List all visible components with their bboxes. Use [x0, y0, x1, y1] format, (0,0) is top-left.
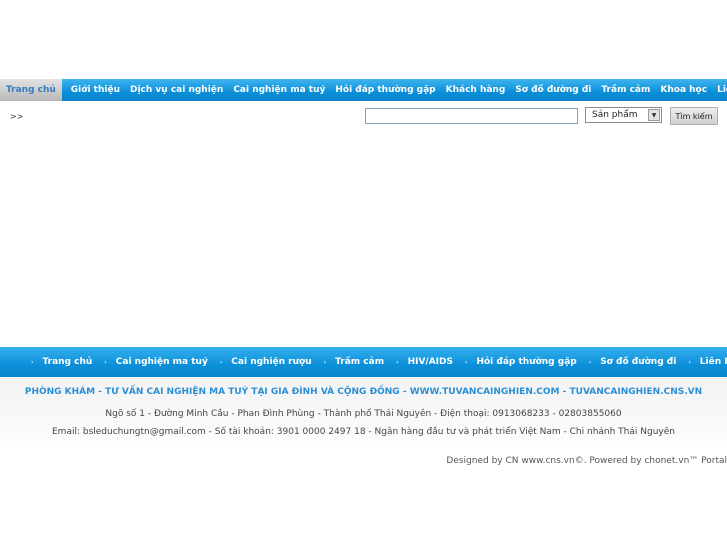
- nav-item-customers[interactable]: Khách hàng: [441, 79, 511, 101]
- footer-nav-label: HIV/AIDS: [407, 357, 453, 367]
- chevron-down-icon[interactable]: ▼: [648, 109, 660, 121]
- footer-nav-item-home[interactable]: › Trang chủ: [31, 357, 92, 367]
- nav-item-about[interactable]: Giới thiệu: [66, 79, 125, 101]
- footer-nav-label: Hỏi đáp thường gặp: [476, 357, 577, 367]
- footer-nav-label: Trang chủ: [42, 357, 93, 367]
- nav-item-contact[interactable]: Liên hệ: [712, 79, 727, 101]
- nav-item-drug-rehab[interactable]: Cai nghiện ma tuý: [228, 79, 330, 101]
- footer-address: Ngõ số 1 - Đường Minh Cầu - Phan Đình Ph…: [105, 409, 622, 419]
- footer-nav-label: Cai nghiện ma tuý: [115, 357, 208, 367]
- breadcrumb: >>: [10, 112, 24, 121]
- footer-title: PHÒNG KHÁM - TƯ VẤN CAI NGHIỆN MA TUÝ TẠ…: [24, 387, 703, 397]
- footer-email: Email: bsleduchungtn@gmail.com - Số tài …: [52, 427, 675, 437]
- search-input[interactable]: [365, 108, 578, 124]
- arrow-right-icon: ›: [104, 358, 107, 366]
- page: Trang chủ Giới thiệu Dịch vụ cai nghiện …: [0, 0, 727, 545]
- category-select-value: Sản phẩm: [592, 110, 638, 120]
- category-select[interactable]: Sản phẩm ▼: [585, 107, 662, 123]
- nav-item-rehab-services[interactable]: Dịch vụ cai nghiện: [125, 79, 228, 101]
- nav-item-faq[interactable]: Hỏi đáp thường gặp: [330, 79, 440, 101]
- nav-item-home[interactable]: Trang chủ: [0, 79, 62, 101]
- footer-nav-item-directions[interactable]: › Sơ đồ đường đi: [589, 357, 677, 367]
- arrow-right-icon: ›: [588, 358, 592, 366]
- footer-nav-item-alcohol-rehab[interactable]: › Cai nghiện rượu: [220, 357, 312, 367]
- search-button[interactable]: Tìm kiếm: [670, 107, 718, 125]
- footer-nav-label: Trầm cảm: [335, 357, 385, 367]
- footer-nav-item-drug-rehab[interactable]: › Cai nghiện ma tuý: [104, 357, 208, 367]
- arrow-right-icon: ›: [396, 358, 399, 366]
- footer-nav-label: Sơ đồ đường đi: [600, 357, 677, 367]
- arrow-right-icon: ›: [688, 358, 691, 366]
- nav-item-depression[interactable]: Trầm cảm: [596, 79, 655, 101]
- footer-nav-item-contact[interactable]: › Liên He: [688, 357, 727, 367]
- site-credits: Designed by CN www.cns.vn©. Powered by c…: [446, 456, 727, 466]
- footer-nav-label: Cai nghiện rượu: [231, 357, 312, 367]
- arrow-right-icon: ›: [219, 358, 223, 366]
- footer-nav-item-hiv-aids[interactable]: › HIV/AIDS: [396, 357, 453, 367]
- arrow-right-icon: ›: [31, 358, 34, 366]
- footer-navigation: › Trang chủ › Cai nghiện ma tuý › Cai ng…: [0, 347, 727, 377]
- arrow-right-icon: ›: [464, 358, 468, 366]
- arrow-right-icon: ›: [323, 358, 327, 366]
- footer-info: PHÒNG KHÁM - TƯ VẤN CAI NGHIỆN MA TUÝ TẠ…: [0, 378, 727, 450]
- footer-nav-label: Liên He: [699, 357, 727, 367]
- top-navigation: Trang chủ Giới thiệu Dịch vụ cai nghiện …: [0, 79, 727, 101]
- nav-item-directions[interactable]: Sơ đồ đường đi: [510, 79, 596, 101]
- footer-nav-item-faq[interactable]: › Hỏi đáp thường gặp: [465, 357, 577, 367]
- footer-nav-item-depression[interactable]: › Trầm cảm: [324, 357, 384, 367]
- nav-item-science[interactable]: Khoa học: [655, 79, 712, 101]
